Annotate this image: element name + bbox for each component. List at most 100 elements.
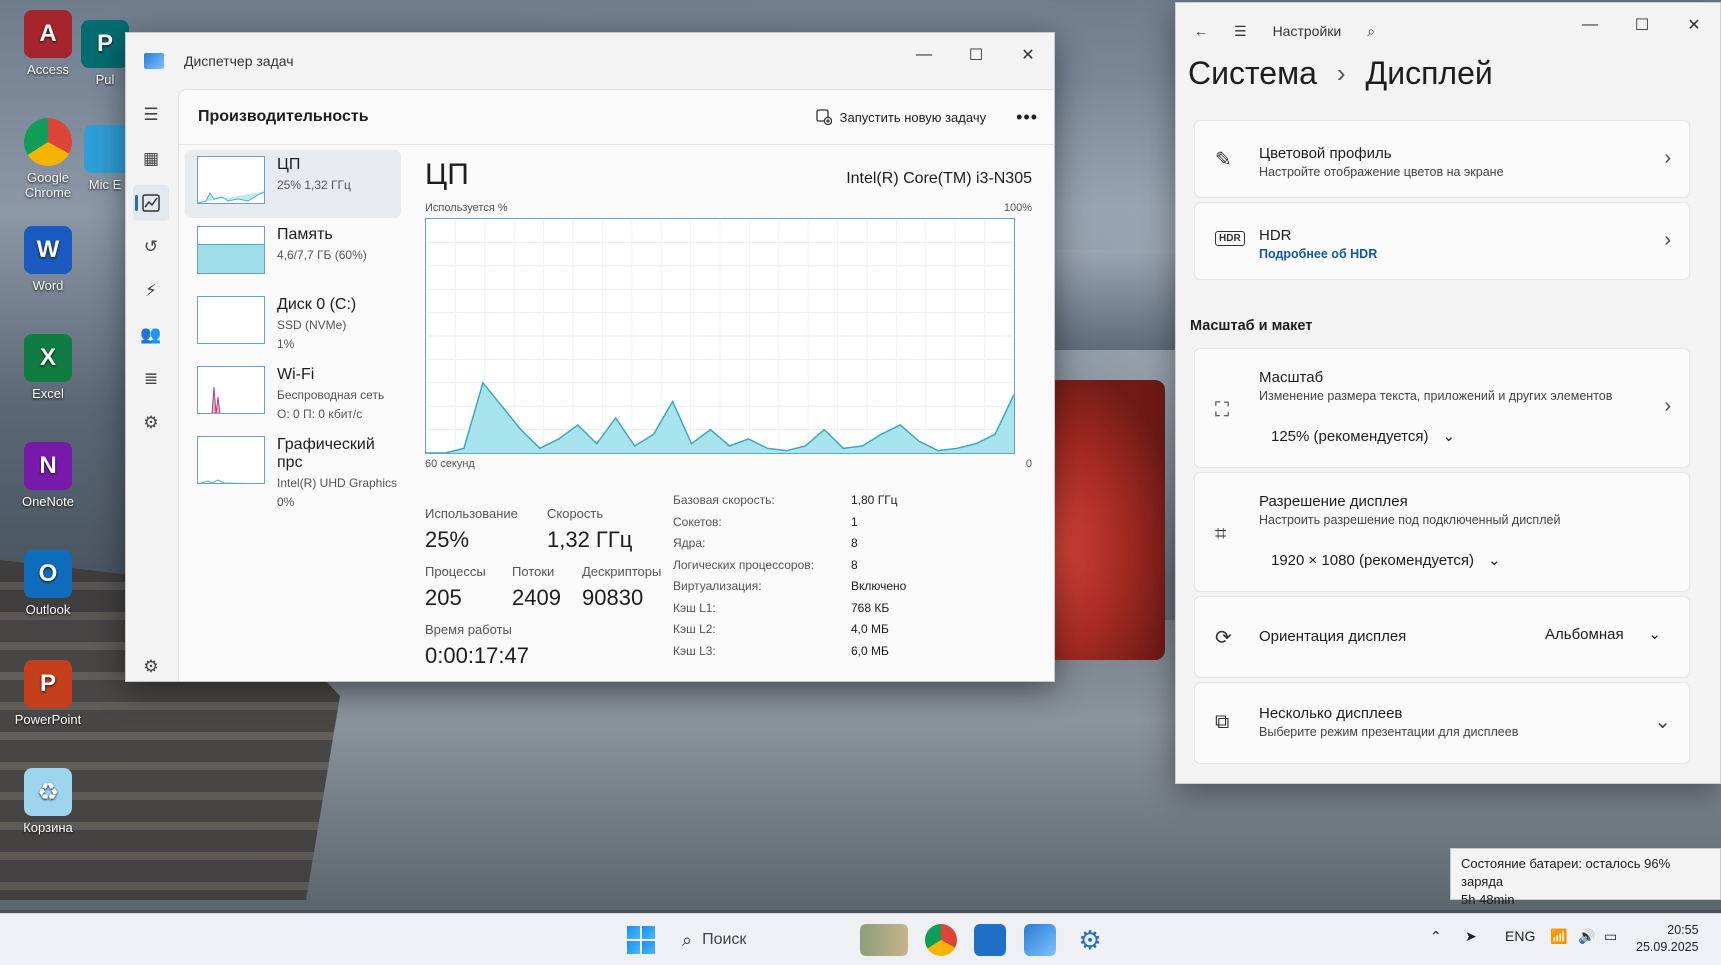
scale-dropdown[interactable]: 125% (рекомендуется) ⌄ xyxy=(1259,423,1467,449)
wifi-icon[interactable]: 📶 xyxy=(1550,928,1567,945)
more-options-button[interactable]: ••• xyxy=(1016,107,1038,128)
minimize-button[interactable]: — xyxy=(1564,3,1616,47)
maximize-button[interactable]: ☐ xyxy=(950,33,1002,77)
settings-window: ← ☰ Настройки ⌕ — ☐ ✕ Система › Дисплей … xyxy=(1175,2,1721,784)
maximize-button[interactable]: ☐ xyxy=(1616,3,1668,47)
perf-item-detail: 1% xyxy=(277,337,295,351)
detail-title: ЦП xyxy=(425,158,469,191)
cpu-usage-graph xyxy=(425,218,1015,454)
stat-value: 2409 xyxy=(512,585,561,610)
minimize-button[interactable]: — xyxy=(898,33,950,77)
property-value: 8 xyxy=(851,557,858,572)
nav-rail: ☰ ▦ ↺ ⚡ 👥 ≣ ⚙ ⚙ xyxy=(126,89,176,681)
property-key: Виртуализация: xyxy=(673,579,762,593)
page-header: Производительность Запустить новую задач… xyxy=(179,90,1054,145)
performance-list: ЦП 25% 1,32 ГГц Память 4,6/7,7 ГБ (60%) Диск… xyxy=(179,148,407,509)
processes-nav-icon[interactable]: ▦ xyxy=(133,141,169,177)
taskbar-search[interactable]: ⌕ Поиск xyxy=(682,924,842,956)
hdr-card[interactable]: HDR HDR Подробнее об HDR › xyxy=(1194,202,1690,280)
perf-item-text: Память 4,6/7,7 ГБ (60%) xyxy=(277,226,367,282)
desktop-icon-label: Pul xyxy=(95,72,115,87)
perf-item-text: ЦП 25% 1,32 ГГц xyxy=(277,156,351,212)
widgets-icon[interactable] xyxy=(860,924,908,956)
perf-item-text: Диск 0 (C:) SSD (NVMe) 1% xyxy=(277,296,356,352)
color-profile-card[interactable]: ✎ Цветовой профиль Настройте отображение… xyxy=(1194,120,1690,198)
dropdown-value: Альбомная xyxy=(1545,625,1624,643)
card-title: Цветовой профиль xyxy=(1259,145,1392,162)
card-subtitle: Выберите режим презентации для дисплеев xyxy=(1259,725,1519,739)
users-nav-icon[interactable]: 👥 xyxy=(133,317,169,353)
breadcrumb-current: Дисплей xyxy=(1365,55,1493,91)
chevron-right-icon[interactable]: › xyxy=(1664,395,1671,418)
run-new-task-button[interactable]: Запустить новую задачу xyxy=(816,109,986,125)
services-nav-icon[interactable]: ⚙ xyxy=(133,405,169,441)
perf-item-mem[interactable]: Память 4,6/7,7 ГБ (60%) xyxy=(185,220,401,288)
stat-label: Дескрипторы xyxy=(582,564,662,579)
settings-gear-icon[interactable]: ⚙ xyxy=(133,649,169,685)
desktop-icon-partial-1[interactable]: P Pul xyxy=(80,20,130,87)
details-nav-icon[interactable]: ≣ xyxy=(133,361,169,397)
property-key: Сокетов: xyxy=(673,514,722,529)
resolution-dropdown[interactable]: 1920 × 1080 (рекомендуется) ⌄ xyxy=(1259,547,1513,573)
card-subtitle: Настроить разрешение под подключенный ди… xyxy=(1259,513,1561,527)
store-taskbar-icon[interactable] xyxy=(974,924,1006,956)
desktop-icon-5[interactable]: O Outlook xyxy=(4,550,92,617)
orientation-icon: ⟳ xyxy=(1215,627,1232,649)
perf-item-wifi[interactable]: Wi-Fi Беспроводная сеть О: 0 П: 0 кбит/с xyxy=(185,360,401,428)
desktop-icon-1[interactable]: Google Chrome xyxy=(4,118,92,200)
stat-threads: Потоки 2409 xyxy=(512,564,561,611)
start-button[interactable] xyxy=(627,926,655,954)
back-arrow-icon[interactable]: ← xyxy=(1194,23,1208,39)
clock-time: 20:55 xyxy=(1667,923,1699,937)
section-heading: Масштаб и макет xyxy=(1190,318,1313,334)
multiple-displays-card[interactable]: ⧉ Несколько дисплеев Выберите режим през… xyxy=(1194,682,1690,764)
task-manager-taskbar-icon[interactable] xyxy=(1024,924,1056,956)
close-button[interactable]: ✕ xyxy=(1668,3,1720,47)
stat-label: Скорость xyxy=(547,506,604,521)
orientation-dropdown[interactable]: Альбомная ⌄ xyxy=(1533,621,1673,647)
location-icon[interactable]: ➤ xyxy=(1465,928,1477,945)
mini-graph xyxy=(197,436,265,484)
chrome-taskbar-icon[interactable] xyxy=(925,924,957,956)
performance-nav-icon[interactable] xyxy=(133,185,169,221)
cpu-model: Intel(R) Core(TM) i3-N305 xyxy=(846,170,1032,187)
clock[interactable]: 20:55 25.09.2025 xyxy=(1636,922,1699,956)
desktop-icon-3[interactable]: X Excel xyxy=(4,334,92,401)
language-indicator[interactable]: ENG xyxy=(1505,928,1535,944)
perf-item-detail: 0% xyxy=(277,495,295,509)
perf-item-detail: 4,6/7,7 ГБ (60%) xyxy=(277,248,367,262)
hamburger-menu-icon[interactable]: ☰ xyxy=(1234,23,1247,40)
breadcrumb-parent[interactable]: Система xyxy=(1188,55,1317,92)
run-new-task-label: Запустить новую задачу xyxy=(839,109,987,125)
desktop-icon-label: OneNote xyxy=(21,494,75,509)
volume-icon[interactable]: 🔊 xyxy=(1578,928,1595,945)
hamburger-menu-icon[interactable]: ☰ xyxy=(133,97,169,133)
desktop-icon-7[interactable]: ♻ Корзина xyxy=(4,768,92,835)
property-row: Кэш L3: 6,0 МБ xyxy=(673,644,1013,666)
window-controls: — ☐ ✕ xyxy=(1564,3,1720,47)
clock-date: 25.09.2025 xyxy=(1636,940,1699,954)
card-title: Масштаб xyxy=(1259,369,1324,386)
settings-taskbar-icon[interactable]: ⚙ xyxy=(1074,924,1106,956)
desktop-icon-4[interactable]: N OneNote xyxy=(4,442,92,509)
battery-icon[interactable]: ▭ xyxy=(1604,928,1617,945)
tooltip-line: Состояние батареи: осталось 96% заряда xyxy=(1461,856,1671,889)
startup-apps-nav-icon[interactable]: ⚡ xyxy=(133,273,169,309)
desktop-icon-label: Google Chrome xyxy=(24,170,72,200)
hdr-learn-more-link[interactable]: Подробнее об HDR xyxy=(1259,247,1377,261)
stat-uptime: Время работы 0:00:17:47 xyxy=(425,622,529,669)
desktop-icon-6[interactable]: P PowerPoint xyxy=(4,660,92,727)
search-icon[interactable]: ⌕ xyxy=(1367,23,1375,40)
perf-item-cpu[interactable]: ЦП 25% 1,32 ГГц xyxy=(185,150,401,218)
close-button[interactable]: ✕ xyxy=(1002,33,1054,77)
perf-item-disk[interactable]: Диск 0 (C:) SSD (NVMe) 1% xyxy=(185,290,401,358)
stat-value: 205 xyxy=(425,585,462,610)
property-row: Логических процессоров: 8 xyxy=(673,558,1013,580)
show-hidden-icons-chevron-up-icon[interactable]: ⌃ xyxy=(1430,928,1442,945)
desktop-icon-2[interactable]: W Word xyxy=(4,226,92,293)
property-value: 768 КБ xyxy=(851,600,890,615)
perf-item-gpu[interactable]: Графический прс Intel(R) UHD Graphics 0% xyxy=(185,430,401,509)
desktop-icon-0[interactable]: A Access xyxy=(4,10,92,77)
desktop-icon-partial-2[interactable]: Mic E xyxy=(84,125,132,192)
app-history-nav-icon[interactable]: ↺ xyxy=(133,229,169,265)
